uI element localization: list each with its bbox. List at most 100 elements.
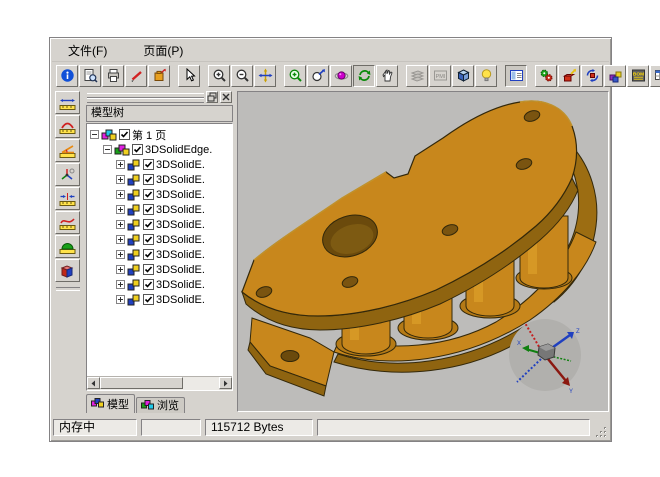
float-panel-button[interactable]	[206, 91, 218, 103]
checkbox-checked[interactable]	[143, 234, 154, 245]
print-button[interactable]	[102, 65, 124, 87]
collapse-expander[interactable]	[103, 145, 112, 154]
checkbox-checked[interactable]	[143, 279, 154, 290]
tree-row-part[interactable]: 3DSolidE.	[87, 202, 232, 217]
pmi-button[interactable]: PMI	[429, 65, 451, 87]
tree-row-part[interactable]: 3DSolidE.	[87, 292, 232, 307]
scroll-right-button[interactable]	[219, 377, 232, 389]
tree-node-label[interactable]: 3DSolidE.	[156, 189, 205, 201]
menu-page[interactable]: 页面(P)	[139, 41, 187, 60]
expand-expander[interactable]	[116, 235, 125, 244]
tree-node-label[interactable]: 第 1 页	[132, 127, 166, 143]
tree-node-label[interactable]: 3DSolidE.	[156, 159, 205, 171]
expand-expander[interactable]	[116, 280, 125, 289]
svg-text:PMI: PMI	[435, 74, 445, 80]
zoom-in-button[interactable]	[208, 65, 230, 87]
tree-row-part[interactable]: 3DSolidE.	[87, 277, 232, 292]
tools-button[interactable]	[535, 65, 557, 87]
tree-node-label[interactable]: 3DSolidE.	[156, 249, 205, 261]
tree-node-label[interactable]: 3DSolidE.	[156, 294, 205, 306]
tab-browse[interactable]: 浏览	[136, 397, 185, 413]
tree-row-page[interactable]: 第 1 页	[87, 127, 232, 142]
bom-button[interactable]: BOM	[627, 65, 649, 87]
about-button[interactable]	[56, 65, 78, 87]
scrollbar-track[interactable]	[100, 377, 219, 390]
checkbox-checked[interactable]	[143, 294, 154, 305]
measure-coordinate-button[interactable]	[55, 163, 80, 186]
expand-expander[interactable]	[116, 250, 125, 259]
checkbox-checked[interactable]	[143, 189, 154, 200]
tree-node-label[interactable]: 3DSolidE.	[156, 279, 205, 291]
checkbox-checked[interactable]	[143, 174, 154, 185]
tree-node-label[interactable]: 3DSolidEdge.	[145, 144, 212, 156]
expand-expander[interactable]	[116, 160, 125, 169]
table-view-button[interactable]	[650, 65, 660, 87]
expand-expander[interactable]	[116, 190, 125, 199]
export-button[interactable]	[148, 65, 170, 87]
tree-row-part[interactable]: 3DSolidE.	[87, 247, 232, 262]
tree-row-part[interactable]: 3DSolidE.	[87, 157, 232, 172]
edit-button[interactable]	[125, 65, 147, 87]
expand-expander[interactable]	[116, 175, 125, 184]
model-tree-panel: 模型树 第 1 页 3DSolidEdge. 3DSolidE. 3DSolid…	[84, 91, 235, 413]
status-field-2	[141, 419, 201, 436]
measure-angle-button[interactable]	[55, 139, 80, 162]
zoom-out-button[interactable]	[231, 65, 253, 87]
measure-curve-button[interactable]	[55, 211, 80, 234]
measure-area-button[interactable]	[55, 235, 80, 258]
expand-expander[interactable]	[116, 295, 125, 304]
tree-node-label[interactable]: 3DSolidE.	[156, 204, 205, 216]
checkbox-checked[interactable]	[143, 219, 154, 230]
scroll-left-button[interactable]	[87, 377, 100, 389]
tree-row-part[interactable]: 3DSolidE.	[87, 232, 232, 247]
3d-viewport[interactable]: X Y Z	[237, 91, 609, 412]
status-field-4	[317, 419, 590, 436]
checkbox-checked[interactable]	[132, 144, 143, 155]
tree-row-assembly[interactable]: 3DSolidEdge.	[87, 142, 232, 157]
measure-gap-button[interactable]	[55, 187, 80, 210]
light-button[interactable]	[475, 65, 497, 87]
tree-node-label[interactable]: 3DSolidE.	[156, 264, 205, 276]
tree-node-label[interactable]: 3DSolidE.	[156, 219, 205, 231]
tree-row-part[interactable]: 3DSolidE.	[87, 172, 232, 187]
assembly-button[interactable]	[604, 65, 626, 87]
3d-model-canvas[interactable]: X Y Z	[238, 92, 610, 414]
zoom-window-button[interactable]	[284, 65, 306, 87]
tree-row-part[interactable]: 3DSolidE.	[87, 187, 232, 202]
tree-row-part[interactable]: 3DSolidE.	[87, 262, 232, 277]
measure-distance-button[interactable]	[55, 91, 80, 114]
measure-volume-button[interactable]	[55, 259, 80, 282]
spin-button[interactable]	[353, 65, 375, 87]
move-part-button[interactable]	[558, 65, 580, 87]
horizontal-scrollbar[interactable]	[87, 376, 232, 390]
scrollbar-thumb[interactable]	[100, 377, 183, 389]
tree-node-label[interactable]: 3DSolidE.	[156, 234, 205, 246]
menu-file[interactable]: 文件(F)	[64, 41, 111, 60]
tree-row-part[interactable]: 3DSolidE.	[87, 217, 232, 232]
expand-expander[interactable]	[116, 220, 125, 229]
measure-arc-button[interactable]	[55, 115, 80, 138]
render-mode-button[interactable]	[452, 65, 474, 87]
tab-model[interactable]: 模型	[86, 394, 135, 413]
orbit-button[interactable]	[330, 65, 352, 87]
pan-hand-button[interactable]	[376, 65, 398, 87]
layers-button[interactable]	[406, 65, 428, 87]
checkbox-checked[interactable]	[119, 129, 130, 140]
pan-view-button[interactable]	[254, 65, 276, 87]
close-panel-button[interactable]	[220, 91, 232, 103]
expand-expander[interactable]	[116, 205, 125, 214]
print-preview-button[interactable]	[79, 65, 101, 87]
collapse-expander[interactable]	[90, 130, 99, 139]
checkbox-checked[interactable]	[143, 249, 154, 260]
checkbox-checked[interactable]	[143, 159, 154, 170]
rotate-part-button[interactable]	[581, 65, 603, 87]
select-button[interactable]	[178, 65, 200, 87]
checkbox-checked[interactable]	[143, 264, 154, 275]
tree-node-label[interactable]: 3DSolidE.	[156, 174, 205, 186]
checkbox-checked[interactable]	[143, 204, 154, 215]
resize-grip[interactable]	[594, 423, 608, 439]
panel-toggle-button[interactable]	[505, 65, 527, 87]
expand-expander[interactable]	[116, 265, 125, 274]
panel-grab-bar[interactable]	[85, 91, 234, 104]
zoom-dynamic-button[interactable]	[307, 65, 329, 87]
